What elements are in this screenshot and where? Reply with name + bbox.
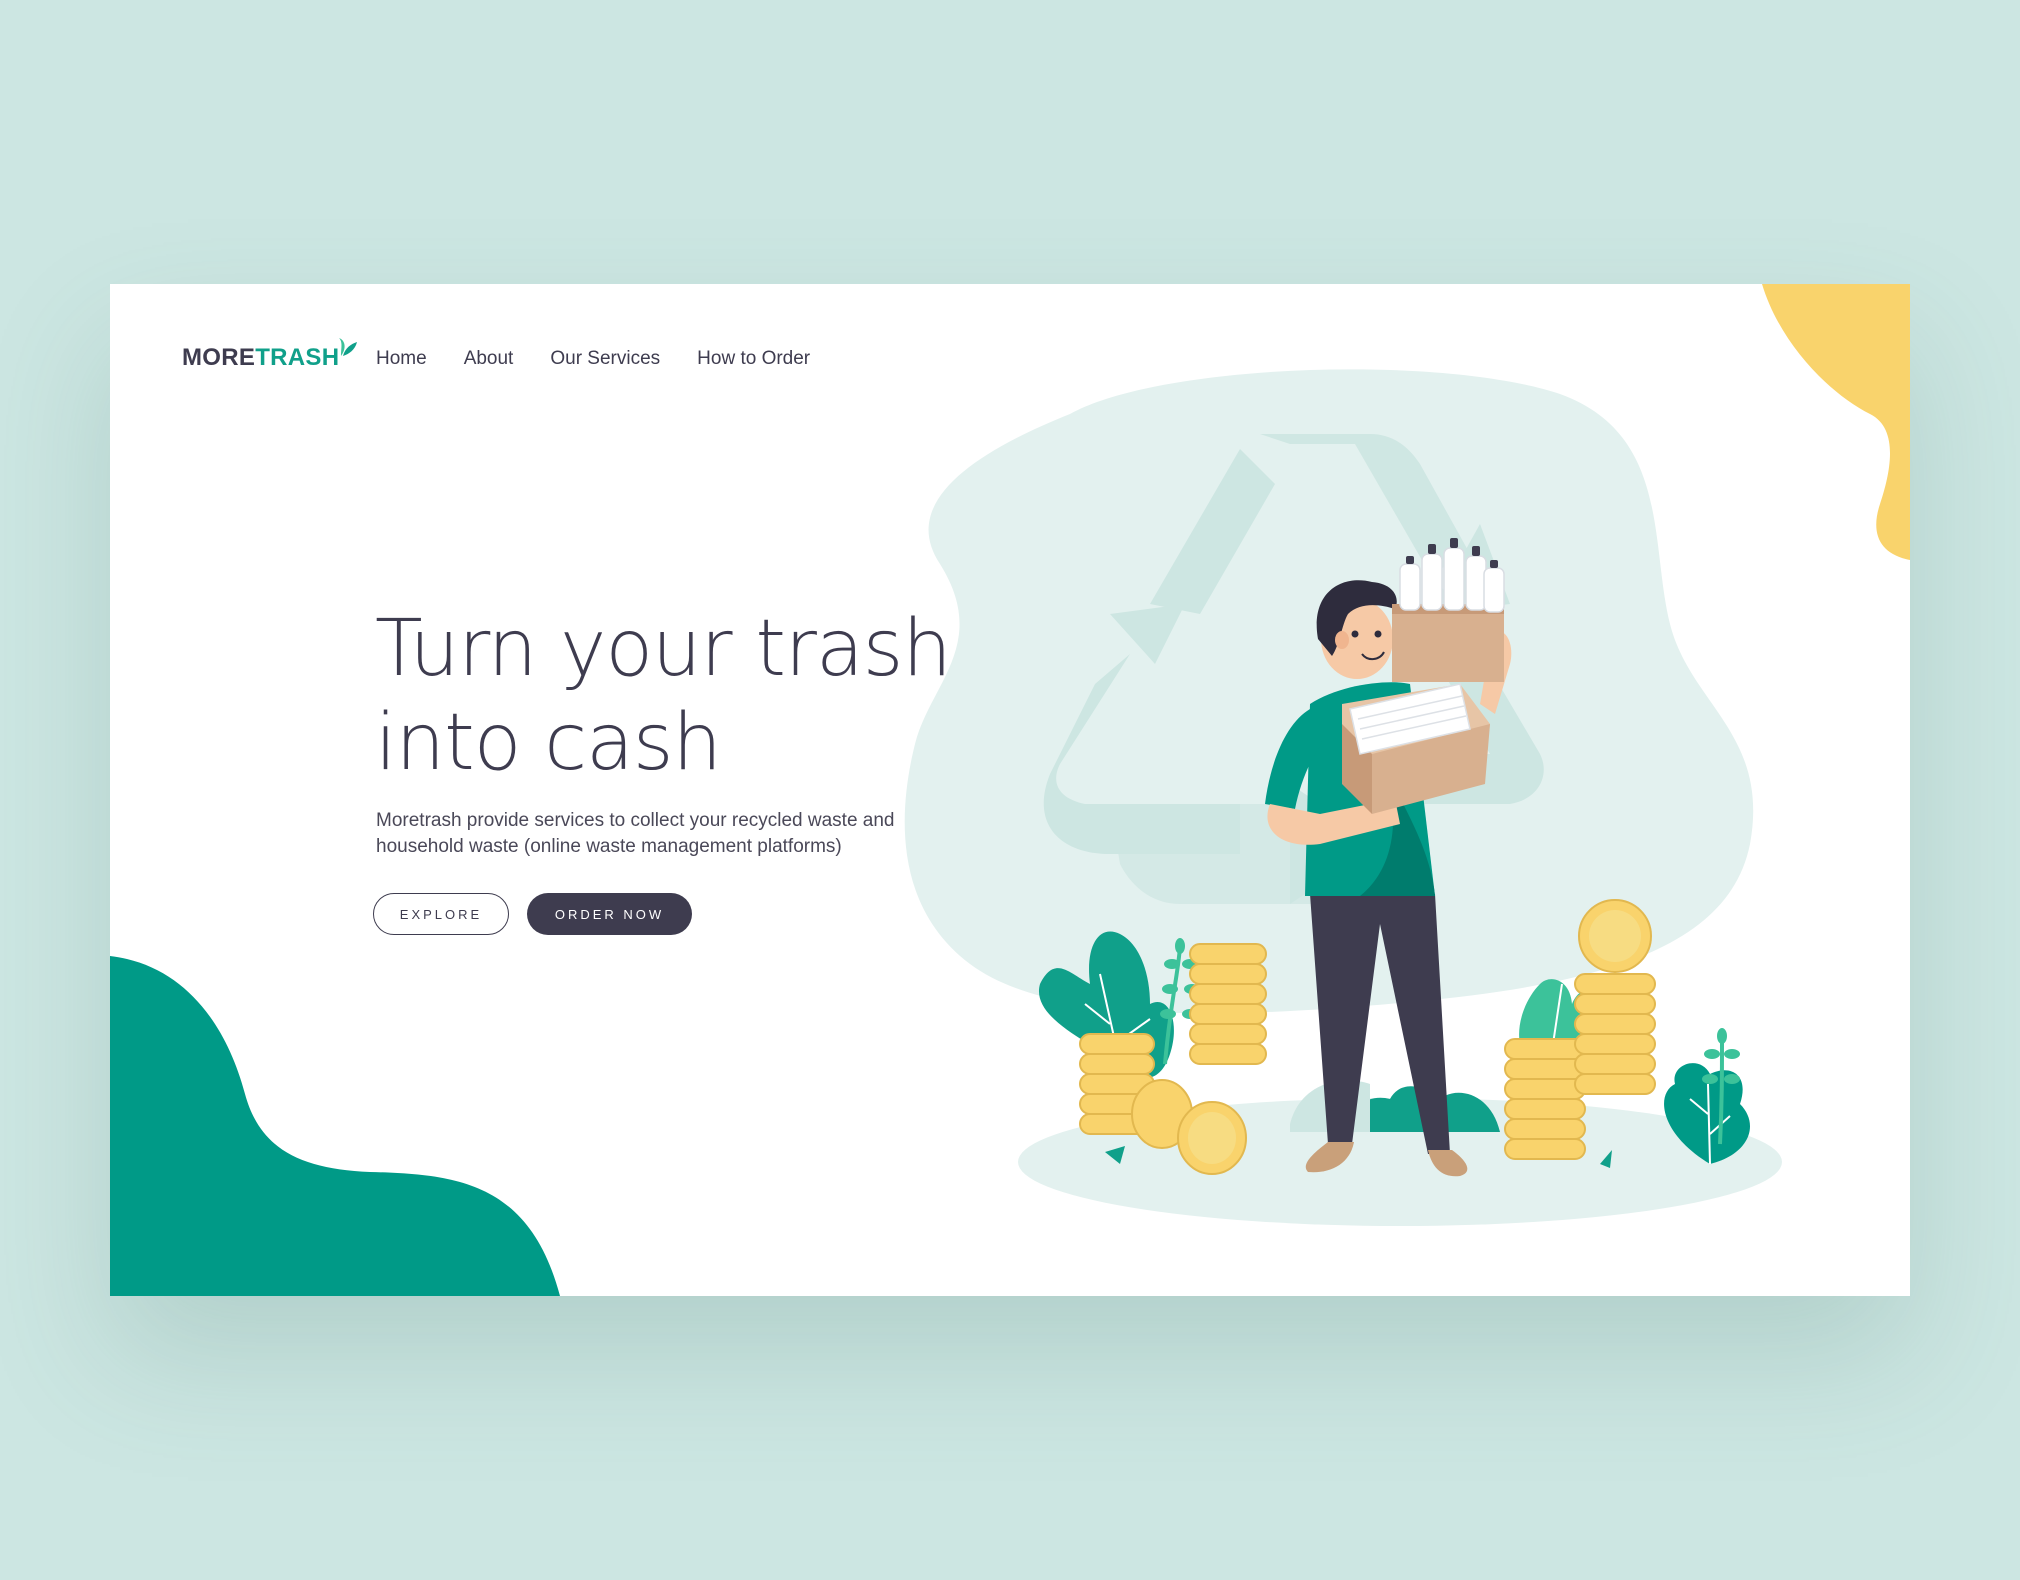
landing-page-frame: MORE TRASH Home About Our Services How t… (110, 284, 1910, 1296)
hero-illustration (904, 369, 1782, 1226)
